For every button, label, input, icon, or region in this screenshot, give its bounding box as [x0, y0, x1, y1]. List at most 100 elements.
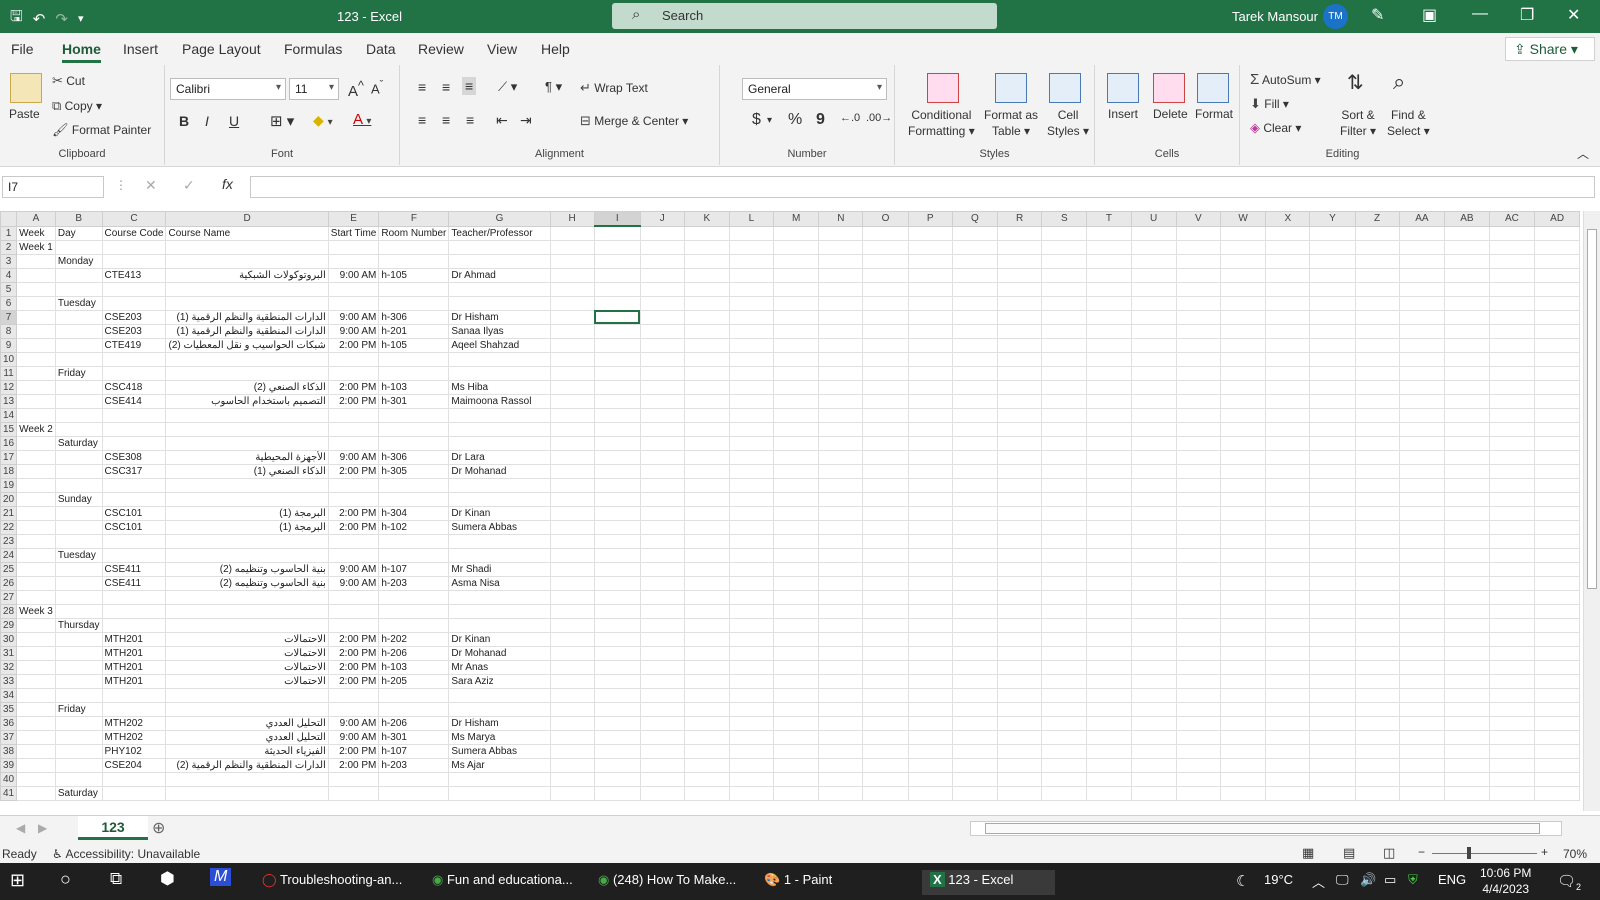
cell[interactable]: [1534, 561, 1580, 577]
column-header[interactable]: N: [818, 211, 864, 227]
cell[interactable]: الاحتمالات: [165, 659, 329, 675]
cell[interactable]: [1130, 225, 1177, 241]
cell[interactable]: [1041, 701, 1088, 717]
cell[interactable]: [818, 589, 864, 605]
cell[interactable]: [1444, 505, 1490, 521]
fill-color-icon[interactable]: ◆ ▾: [313, 112, 333, 129]
cell[interactable]: [773, 407, 820, 423]
cell[interactable]: [862, 505, 909, 521]
cell[interactable]: [1444, 337, 1490, 353]
cell[interactable]: [1534, 771, 1580, 787]
cell[interactable]: [549, 225, 595, 241]
cell[interactable]: h-206: [378, 645, 450, 661]
cell[interactable]: [683, 659, 730, 675]
cell[interactable]: [1086, 575, 1132, 591]
cell[interactable]: [907, 337, 953, 353]
cell[interactable]: [1130, 547, 1177, 563]
cell[interactable]: بنية الحاسوب وتنظيمه (2): [165, 561, 329, 577]
column-header[interactable]: B: [54, 211, 103, 227]
cell[interactable]: [378, 533, 450, 549]
cell[interactable]: Start Time: [327, 225, 380, 241]
cell[interactable]: [1130, 673, 1177, 689]
cell[interactable]: [1175, 351, 1221, 367]
cell[interactable]: [1130, 295, 1177, 311]
cell[interactable]: [773, 687, 820, 703]
cell[interactable]: الذكاء الصنعي (1): [165, 463, 329, 479]
cell[interactable]: [1219, 743, 1267, 759]
next-sheet-icon[interactable]: ▶: [38, 821, 47, 835]
cell[interactable]: [1354, 575, 1400, 591]
row-header[interactable]: 24: [0, 547, 18, 563]
cell[interactable]: [593, 673, 641, 689]
enter-icon[interactable]: ✓: [183, 177, 195, 194]
cell[interactable]: [1534, 295, 1580, 311]
cell[interactable]: [1444, 589, 1490, 605]
cell[interactable]: [1444, 253, 1490, 269]
cell[interactable]: [1309, 421, 1356, 437]
cell[interactable]: [1265, 337, 1311, 353]
cell[interactable]: [639, 281, 685, 297]
cell[interactable]: [1130, 743, 1177, 759]
cell[interactable]: [1130, 645, 1177, 661]
cell[interactable]: [378, 351, 450, 367]
cell[interactable]: [1488, 365, 1536, 381]
cell[interactable]: Week: [16, 225, 56, 241]
tab-file[interactable]: File: [11, 41, 34, 57]
cell[interactable]: [728, 295, 775, 311]
underline-button[interactable]: U: [229, 113, 239, 129]
cell[interactable]: [1309, 477, 1356, 493]
cell[interactable]: [16, 687, 56, 703]
decrease-decimal-icon[interactable]: .00→: [866, 112, 892, 124]
cell[interactable]: [639, 421, 685, 437]
cell[interactable]: [773, 505, 820, 521]
cell[interactable]: [165, 533, 329, 549]
cell[interactable]: [683, 267, 730, 283]
cell[interactable]: [1086, 687, 1132, 703]
cell[interactable]: [862, 463, 909, 479]
cell[interactable]: [1534, 785, 1580, 801]
cell[interactable]: [1398, 785, 1446, 801]
cell[interactable]: [773, 603, 820, 619]
cell[interactable]: [862, 477, 909, 493]
cell[interactable]: Sumera Abbas: [448, 519, 551, 535]
cell[interactable]: [16, 701, 56, 717]
cell[interactable]: [1309, 547, 1356, 563]
find-select-button[interactable]: Find & Select ▾: [1387, 107, 1430, 139]
cell[interactable]: [165, 603, 329, 619]
cell[interactable]: [1534, 743, 1580, 759]
cell[interactable]: [1265, 603, 1311, 619]
cell[interactable]: [639, 477, 685, 493]
ribbon-display-icon[interactable]: ▣: [1422, 5, 1437, 25]
cell[interactable]: [683, 225, 730, 241]
cell[interactable]: [862, 337, 909, 353]
cell[interactable]: [549, 715, 595, 731]
cell[interactable]: [1309, 757, 1356, 773]
cell[interactable]: [1041, 771, 1088, 787]
cell[interactable]: الاحتمالات: [165, 645, 329, 661]
cell[interactable]: 2:00 PM: [327, 659, 380, 675]
cell[interactable]: [1309, 631, 1356, 647]
column-header[interactable]: Y: [1309, 211, 1356, 227]
cell[interactable]: [728, 253, 775, 269]
cell[interactable]: [818, 715, 864, 731]
cell[interactable]: [1175, 701, 1221, 717]
cell[interactable]: 2:00 PM: [327, 673, 380, 689]
font-size-select[interactable]: 11: [289, 78, 339, 100]
cell[interactable]: [639, 757, 685, 773]
cell[interactable]: [1534, 603, 1580, 619]
cell[interactable]: [1219, 351, 1267, 367]
cell[interactable]: [1086, 603, 1132, 619]
cell[interactable]: [549, 477, 595, 493]
cell[interactable]: h-205: [378, 673, 450, 689]
cell[interactable]: [1130, 687, 1177, 703]
cell[interactable]: [818, 393, 864, 409]
cell[interactable]: [728, 617, 775, 633]
cell[interactable]: [1354, 561, 1400, 577]
row-header[interactable]: 39: [0, 757, 18, 773]
cell[interactable]: [1086, 407, 1132, 423]
cell[interactable]: [1265, 715, 1311, 731]
cell[interactable]: [1175, 519, 1221, 535]
cell[interactable]: [773, 337, 820, 353]
cell[interactable]: [549, 267, 595, 283]
column-header[interactable]: AD: [1534, 211, 1580, 227]
